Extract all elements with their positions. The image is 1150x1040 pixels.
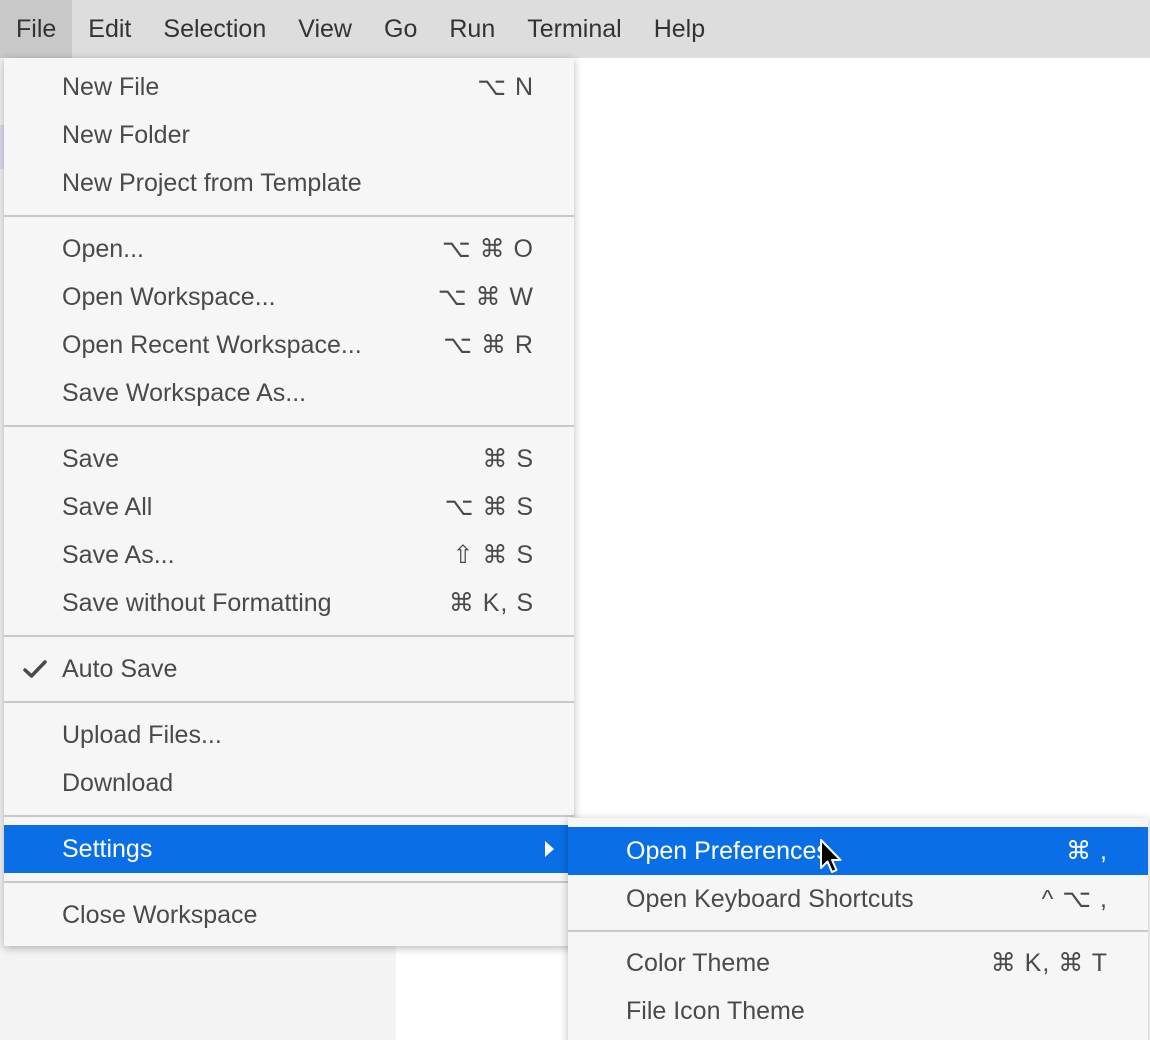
menu-item-label: Auto Save: [62, 654, 178, 683]
menu-item-open-workspace[interactable]: Open Workspace... ⌥ ⌘ W: [4, 273, 574, 321]
mouse-pointer-icon: [820, 839, 842, 873]
file-menu: New File ⌥ N New Folder New Project from…: [4, 58, 574, 946]
menu-item-label: Save As...: [62, 540, 175, 569]
menu-item-label: New File: [62, 72, 160, 101]
menu-item-close-workspace[interactable]: Close Workspace: [4, 891, 574, 939]
menu-item-shortcut: ⌥ N: [477, 73, 534, 101]
menu-item-shortcut: ⌥ ⌘ S: [444, 493, 534, 521]
chevron-right-icon: [545, 841, 554, 857]
menu-item-file-icon-theme[interactable]: File Icon Theme: [568, 987, 1148, 1035]
menu-item-label: Color Theme: [626, 948, 771, 977]
menubar-help[interactable]: Help: [638, 0, 721, 58]
menubar-go[interactable]: Go: [368, 0, 433, 58]
menu-item-label: Open Recent Workspace...: [62, 330, 362, 359]
menu-item-color-theme[interactable]: Color Theme ⌘ K, ⌘ T: [568, 939, 1148, 987]
menu-item-shortcut: ⌥ ⌘ W: [437, 283, 534, 311]
menubar-selection[interactable]: Selection: [147, 0, 282, 58]
menu-item-shortcut: ⌥ ⌘ O: [441, 235, 534, 263]
menubar-terminal[interactable]: Terminal: [511, 0, 637, 58]
menu-item-shortcut: ⌘ K, S: [448, 589, 534, 617]
menu-item-open[interactable]: Open... ⌥ ⌘ O: [4, 225, 574, 273]
menu-item-label: Save without Formatting: [62, 588, 332, 617]
menu-separator: [4, 425, 574, 427]
menu-item-new-project[interactable]: New Project from Template: [4, 159, 574, 207]
menu-item-shortcut: ⇧ ⌘ S: [452, 541, 534, 569]
menu-item-label: New Project from Template: [62, 168, 362, 197]
menu-item-save-without-formatting[interactable]: Save without Formatting ⌘ K, S: [4, 579, 574, 627]
menu-item-label: Settings: [62, 834, 153, 863]
menu-item-label: Save Workspace As...: [62, 378, 307, 407]
menu-item-auto-save[interactable]: Auto Save: [4, 645, 574, 693]
menu-item-new-folder[interactable]: New Folder: [4, 111, 574, 159]
menu-item-label: Open Workspace...: [62, 282, 276, 311]
menu-item-label: Open Keyboard Shortcuts: [626, 884, 914, 913]
menu-item-label: New Folder: [62, 120, 190, 149]
menu-item-label: Save: [62, 444, 119, 473]
menu-separator: [4, 881, 574, 883]
menu-item-label: Download: [62, 768, 174, 797]
menu-item-upload-files[interactable]: Upload Files...: [4, 711, 574, 759]
menu-separator: [4, 701, 574, 703]
menu-item-open-keyboard-shortcuts[interactable]: Open Keyboard Shortcuts ^ ⌥ ,: [568, 875, 1148, 923]
menubar-run[interactable]: Run: [433, 0, 511, 58]
menu-item-shortcut: ⌥ ⌘ R: [443, 331, 534, 359]
settings-submenu: Open Preferences ⌘ , Open Keyboard Short…: [568, 818, 1148, 1040]
menu-item-settings[interactable]: Settings: [4, 825, 574, 873]
menu-item-shortcut: ^ ⌥ ,: [1041, 885, 1108, 913]
menu-item-new-file[interactable]: New File ⌥ N: [4, 63, 574, 111]
menu-item-shortcut: ⌘ K, ⌘ T: [990, 949, 1108, 977]
menu-item-label: Upload Files...: [62, 720, 222, 749]
menu-separator: [4, 815, 574, 817]
menu-item-label: Save All: [62, 492, 153, 521]
menu-separator: [4, 635, 574, 637]
menubar: File Edit Selection View Go Run Terminal…: [0, 0, 1150, 58]
menu-item-save-workspace-as[interactable]: Save Workspace As...: [4, 369, 574, 417]
menu-item-open-recent-workspace[interactable]: Open Recent Workspace... ⌥ ⌘ R: [4, 321, 574, 369]
menubar-edit[interactable]: Edit: [72, 0, 147, 58]
menu-item-label: Close Workspace: [62, 900, 258, 929]
menu-item-save-as[interactable]: Save As... ⇧ ⌘ S: [4, 531, 574, 579]
menu-item-shortcut: ⌘ ,: [1066, 837, 1108, 865]
menu-item-label: File Icon Theme: [626, 996, 805, 1025]
menu-item-download[interactable]: Download: [4, 759, 574, 807]
menu-item-label: Open...: [62, 234, 144, 263]
menubar-view[interactable]: View: [282, 0, 368, 58]
menu-separator: [4, 215, 574, 217]
menu-item-save[interactable]: Save ⌘ S: [4, 435, 574, 483]
menu-item-label: Open Preferences: [626, 836, 829, 865]
check-icon: [22, 656, 48, 682]
menu-separator: [568, 930, 1148, 932]
menu-item-save-all[interactable]: Save All ⌥ ⌘ S: [4, 483, 574, 531]
menu-item-shortcut: ⌘ S: [482, 445, 534, 473]
menubar-file[interactable]: File: [0, 0, 73, 58]
menu-item-open-preferences[interactable]: Open Preferences ⌘ ,: [568, 827, 1148, 875]
